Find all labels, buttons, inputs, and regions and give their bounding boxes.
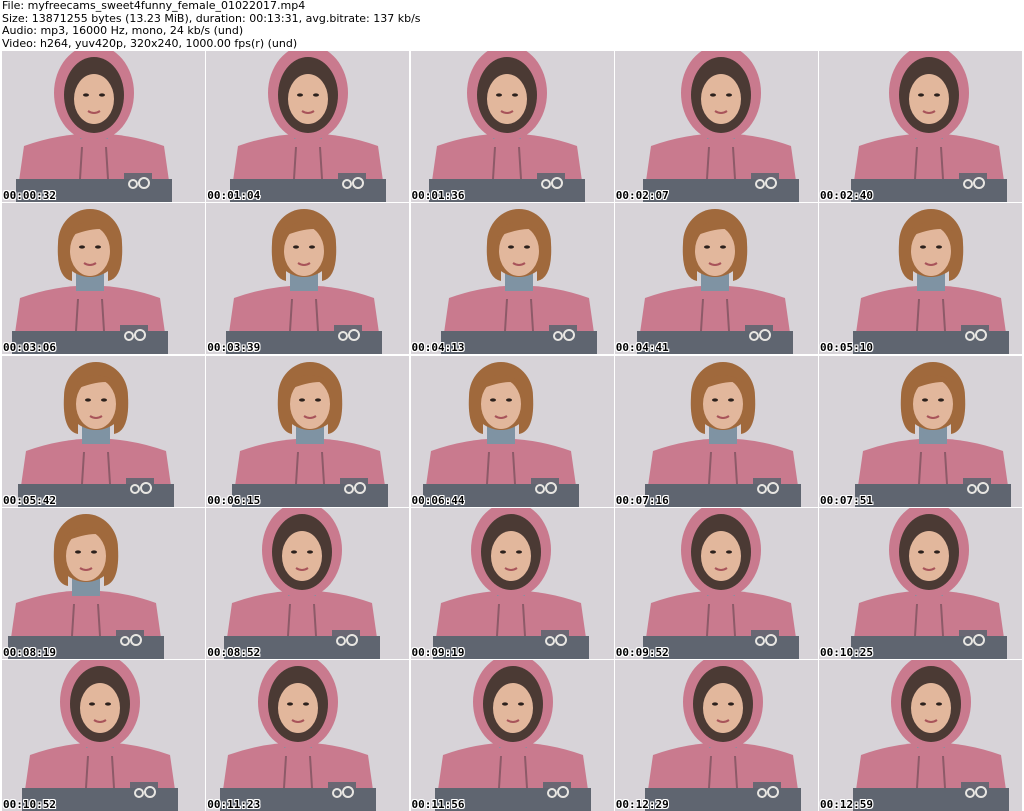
file-info-header: File: myfreecams_sweet4funny_female_0102… [2, 0, 1022, 50]
timestamp-label: 00:03:39 [207, 341, 261, 355]
video-frame-image [614, 203, 818, 355]
video-thumbnail: 00:08:19 [2, 507, 205, 659]
timestamp-label: 00:12:59 [820, 798, 873, 811]
timestamp-label: 00:00:32 [3, 189, 56, 202]
timestamp-label: 00:05:42 [3, 493, 56, 507]
video-thumbnail: 00:05:10 [819, 203, 1022, 355]
video-thumbnail: 00:05:42 [2, 355, 205, 507]
video-frame-image [2, 660, 205, 811]
video-frame-image [410, 203, 614, 355]
video-thumbnail: 00:10:52 [2, 660, 205, 811]
video-thumbnail: 00:06:15 [206, 355, 410, 507]
video-thumbnail: 00:10:25 [819, 507, 1022, 659]
timestamp-label: 00:11:23 [207, 798, 261, 811]
video-thumbnail: 00:12:59 [819, 660, 1022, 811]
video-frame-image [410, 660, 614, 811]
video-frame-image [206, 203, 410, 355]
video-frame-image [410, 51, 614, 202]
video-frame-image [2, 355, 205, 507]
video-frame-image [206, 51, 410, 202]
timestamp-label: 00:04:41 [615, 341, 669, 355]
video-thumbnail: 00:01:36 [410, 51, 614, 202]
video-thumbnail: 00:11:56 [410, 660, 614, 811]
video-thumbnail: 00:11:23 [206, 660, 410, 811]
timestamp-label: 00:10:25 [820, 645, 873, 659]
timestamp-label: 00:08:52 [207, 645, 261, 659]
video-frame-image [206, 507, 410, 659]
video-thumbnail: 00:07:51 [819, 355, 1022, 507]
video-thumbnail: 00:07:16 [614, 355, 818, 507]
timestamp-label: 00:02:07 [615, 189, 669, 202]
video-frame-image [206, 660, 410, 811]
video-thumbnail: 00:04:13 [410, 203, 614, 355]
video-thumbnail: 00:04:41 [614, 203, 818, 355]
video-frame-image [2, 507, 205, 659]
timestamp-label: 00:01:36 [411, 189, 465, 202]
timestamp-label: 00:08:19 [3, 645, 56, 659]
video-info-line: Video: h264, yuv420p, 320x240, 1000.00 f… [2, 36, 298, 50]
timestamp-label: 00:09:52 [615, 645, 669, 659]
thumbnail-grid: 00:00:32 00:01:04 00:01:36 00:02:07 00:02:40… [2, 51, 1022, 811]
video-thumbnail: 00:09:19 [410, 507, 614, 659]
timestamp-label: 00:02:40 [820, 189, 873, 202]
video-frame-image [819, 355, 1022, 507]
video-thumbnail: 00:02:40 [819, 51, 1022, 202]
timestamp-label: 00:09:19 [411, 645, 465, 659]
timestamp-label: 00:12:29 [615, 798, 669, 811]
video-thumbnail: 00:08:52 [206, 507, 410, 659]
audio-info-line: Audio: mp3, 16000 Hz, mono, 24 kb/s (und… [2, 24, 244, 37]
video-thumbnail: 00:06:44 [410, 355, 614, 507]
video-thumbnail: 00:01:04 [206, 51, 410, 202]
timestamp-label: 00:06:44 [411, 493, 465, 507]
video-frame-image [614, 51, 818, 202]
video-frame-image [410, 355, 614, 507]
video-thumbnail: 00:03:39 [206, 203, 410, 355]
video-frame-image [819, 507, 1022, 659]
video-frame-image [614, 355, 818, 507]
video-frame-image [2, 203, 205, 355]
video-frame-image [206, 355, 410, 507]
video-thumbnail: 00:12:29 [614, 660, 818, 811]
timestamp-label: 00:10:52 [3, 798, 56, 811]
timestamp-label: 00:05:10 [820, 341, 873, 355]
video-frame-image [614, 507, 818, 659]
timestamp-label: 00:06:15 [207, 493, 261, 507]
video-frame-image [410, 507, 614, 659]
timestamp-label: 00:07:51 [820, 493, 873, 507]
video-frame-image [819, 203, 1022, 355]
video-frame-image [819, 51, 1022, 202]
timestamp-label: 00:04:13 [411, 341, 465, 355]
video-thumbnail: 00:03:06 [2, 203, 205, 355]
video-thumbnail: 00:00:32 [2, 51, 205, 202]
video-thumbnail: 00:02:07 [614, 51, 818, 202]
video-frame-image [2, 51, 205, 202]
timestamp-label: 00:01:04 [207, 189, 261, 202]
video-frame-image [819, 660, 1022, 811]
video-frame-image [614, 660, 818, 811]
file-name-line: File: myfreecams_sweet4funny_female_0102… [2, 0, 306, 12]
timestamp-label: 00:07:16 [615, 493, 669, 507]
timestamp-label: 00:03:06 [3, 341, 56, 355]
video-thumbnail: 00:09:52 [614, 507, 818, 659]
timestamp-label: 00:11:56 [411, 798, 465, 811]
